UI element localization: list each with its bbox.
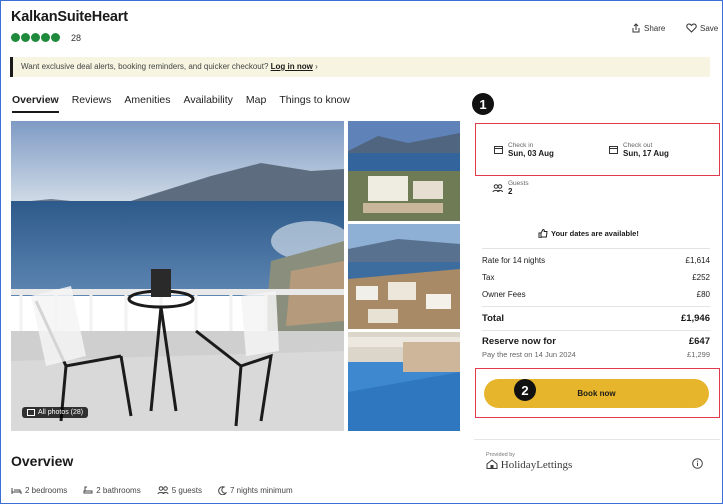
fact-min-nights-label: 7 nights minimum [229,486,293,495]
owner-fees-label: Owner Fees [482,290,526,299]
price-divider-bottom [482,330,710,331]
tab-overview[interactable]: Overview [12,94,59,113]
step-badge-2: 2 [514,379,536,401]
side-photo-3[interactable] [348,332,460,431]
tab-map[interactable]: Map [246,94,266,113]
guests-label: Guests [508,180,529,187]
pay-rest-value: £1,299 [687,350,710,359]
rating-stars [11,33,60,42]
side-photo-2[interactable] [348,224,460,329]
info-icon[interactable] [692,456,703,474]
bath-icon [83,486,93,494]
fact-min-nights: 7 nights minimum [218,486,293,495]
tab-availability[interactable]: Availability [184,94,233,113]
reserve-value: £647 [688,336,710,347]
price-row-owner-fees: Owner Fees £80 [482,290,710,299]
calendar-icon [494,146,503,154]
section-tabs: Overview Reviews Amenities Availability … [12,94,350,113]
fact-bedrooms-label: 2 bedrooms [25,486,68,495]
fact-bathrooms-label: 2 bathrooms [96,486,141,495]
overview-heading: Overview [11,453,74,469]
people-icon [157,486,169,495]
rating-dot [41,33,50,42]
dates-highlight-box: Check in Sun, 03 Aug Check out Sun, 17 A… [475,123,720,176]
tab-reviews[interactable]: Reviews [72,94,112,113]
rating-dot [11,33,20,42]
total-label: Total [482,313,504,324]
price-row-tax: Tax £252 [482,273,710,282]
provider-prefix: Provided by [486,452,516,458]
checkout-label: Check out [623,141,653,149]
checkin-field[interactable]: Check in Sun, 03 Aug [494,133,554,166]
price-divider-top [482,248,710,249]
review-count[interactable]: 28 [71,33,81,43]
thumbs-up-icon [538,229,548,238]
main-photo[interactable] [11,121,344,431]
login-link[interactable]: Log in now [271,62,313,71]
tax-value: £252 [692,273,710,282]
tab-amenities[interactable]: Amenities [124,94,170,113]
fact-bathrooms: 2 bathrooms [83,486,141,495]
people-icon [492,183,503,192]
owner-fees-value: £80 [696,290,710,299]
share-button[interactable]: Share [631,23,665,33]
checkin-value: Sun, 03 Aug [508,148,554,158]
moon-icon [218,486,227,495]
tab-things-to-know[interactable]: Things to know [279,94,350,113]
provider-name-text: HolidayLettings [500,459,573,471]
price-row-reserve: Reserve now for £647 [482,336,710,347]
share-icon [632,23,640,33]
pay-rest-label: Pay the rest on 14 Jun 2024 [482,350,576,359]
side-photo-1[interactable] [348,121,460,221]
price-row-total: Total £1,946 [482,313,710,324]
banner-text: Want exclusive deal alerts, booking remi… [21,62,269,71]
property-facts: 2 bedrooms 2 bathrooms 5 guests 7 nights… [11,486,293,495]
step-badge-1: 1 [472,93,494,115]
heart-icon [686,23,697,33]
bed-icon [11,487,22,494]
side-photo-3-illustration [348,332,460,431]
listing-title: KalkanSuiteHeart [11,9,128,25]
availability-text: Your dates are available! [551,229,639,238]
share-label: Share [644,23,666,33]
fact-bedrooms: 2 bedrooms [11,486,67,495]
main-photo-illustration [11,121,344,431]
checkin-label: Check in [508,141,534,149]
checkout-field[interactable]: Check out Sun, 17 Aug [609,133,669,166]
reserve-label: Reserve now for [482,336,556,347]
side-photo-2-illustration [348,224,460,329]
rating-dot [31,33,40,42]
provider-logo: HolidayLettings [486,459,572,471]
price-row-rate: Rate for 14 nights £1,614 [482,256,710,265]
checkout-value: Sun, 17 Aug [623,148,669,158]
availability-message: Your dates are available! [538,229,639,238]
all-photos-button[interactable]: All photos (28) [22,407,89,418]
tax-label: Tax [482,273,495,282]
price-divider-mid [482,306,710,307]
rate-label: Rate for 14 nights [482,256,546,265]
save-button[interactable]: Save [686,23,718,33]
fact-guests: 5 guests [157,486,202,495]
banner-arrow: › [315,62,318,71]
gallery-icon [27,409,35,416]
fact-guests-label: 5 guests [171,486,202,495]
guests-field[interactable]: Guests 2 [492,180,529,196]
save-label: Save [700,23,719,33]
all-photos-label: All photos (28) [38,409,84,416]
price-row-pay-rest: Pay the rest on 14 Jun 2024 £1,299 [482,350,710,359]
rating-dot [21,33,30,42]
rate-value: £1,614 [685,256,710,265]
house-logo-icon [486,459,498,469]
login-banner: Want exclusive deal alerts, booking remi… [10,57,710,77]
calendar-icon [609,146,618,154]
rating-dot [51,33,60,42]
side-photo-1-illustration [348,121,460,221]
guests-value: 2 [508,187,513,196]
total-value: £1,946 [680,313,710,324]
